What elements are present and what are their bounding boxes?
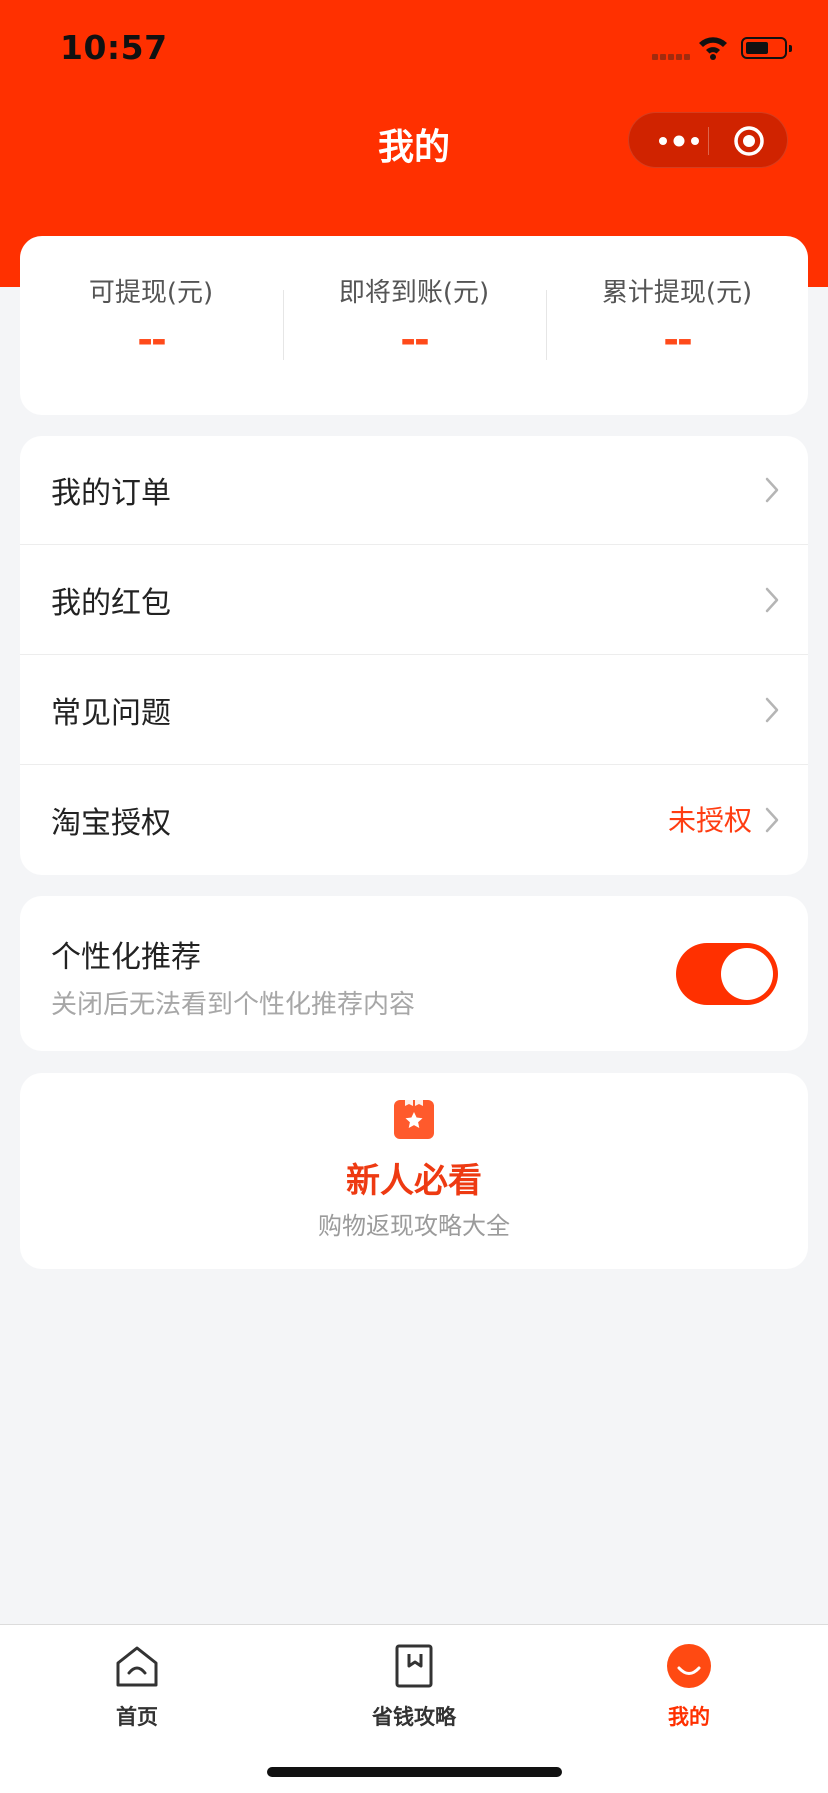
- chevron-right-icon: [765, 697, 779, 723]
- capsule-divider: [708, 127, 709, 155]
- star-bookmark-icon: [394, 1098, 434, 1139]
- close-target-icon[interactable]: [733, 125, 765, 157]
- cellular-signal-icon: [652, 54, 692, 60]
- stat-value: --: [663, 318, 693, 362]
- menu-item-red-packets[interactable]: 我的红包: [20, 546, 808, 655]
- chevron-right-icon: [765, 587, 779, 613]
- book-icon: [395, 1644, 433, 1688]
- stat-total-withdrawn[interactable]: 累计提现(元) --: [546, 236, 808, 415]
- menu-item-faq[interactable]: 常见问题: [20, 656, 808, 765]
- divider: [20, 654, 808, 655]
- tab-money-saving-guide[interactable]: 省钱攻略: [314, 1643, 514, 1731]
- guide-subtitle: 购物返现攻略大全: [318, 1212, 510, 1240]
- menu-item-label: 常见问题: [51, 696, 171, 731]
- home-icon: [116, 1646, 158, 1687]
- tab-home[interactable]: 首页: [37, 1643, 237, 1731]
- earnings-card: 可提现(元) -- 即将到账(元) -- 累计提现(元) --: [20, 236, 808, 415]
- auth-status: 未授权: [667, 804, 752, 837]
- more-icon[interactable]: [651, 129, 707, 153]
- status-time: 10:57: [60, 28, 168, 67]
- chevron-right-icon: [765, 807, 779, 833]
- stat-label: 累计提现(元): [601, 278, 753, 308]
- stat-value: --: [137, 318, 167, 362]
- toggle-knob: [721, 948, 773, 1000]
- menu-item-label: 淘宝授权: [51, 806, 171, 841]
- tab-label: 省钱攻略: [372, 1705, 456, 1729]
- menu-item-taobao-auth[interactable]: 淘宝授权 未授权: [20, 766, 808, 875]
- smile-icon: [667, 1644, 711, 1688]
- personalization-card: 个性化推荐 关闭后无法看到个性化推荐内容: [20, 896, 808, 1051]
- divider: [20, 544, 808, 545]
- wifi-icon: [699, 37, 727, 60]
- tab-label: 我的: [668, 1705, 710, 1729]
- tab-label: 首页: [116, 1705, 158, 1729]
- stat-label: 即将到账(元): [338, 278, 490, 308]
- newbie-guide-card[interactable]: 新人必看 购物返现攻略大全: [20, 1073, 808, 1269]
- chevron-right-icon: [765, 477, 779, 503]
- menu-item-orders[interactable]: 我的订单: [20, 436, 808, 545]
- personalization-toggle[interactable]: [676, 943, 778, 1005]
- divider: [20, 764, 808, 765]
- home-indicator: [267, 1767, 562, 1777]
- stat-pending[interactable]: 即将到账(元) --: [283, 236, 545, 415]
- battery-icon: [741, 37, 792, 59]
- tab-mine[interactable]: 我的: [589, 1643, 789, 1731]
- menu-item-label: 我的红包: [51, 586, 171, 621]
- guide-title: 新人必看: [346, 1161, 482, 1201]
- personalization-subtitle: 关闭后无法看到个性化推荐内容: [51, 990, 416, 1020]
- stat-value: --: [400, 318, 430, 362]
- mini-program-capsule: [628, 112, 788, 168]
- stat-label: 可提现(元): [88, 278, 214, 308]
- stat-withdrawable[interactable]: 可提现(元) --: [20, 236, 282, 415]
- personalization-title: 个性化推荐: [51, 940, 201, 975]
- menu-item-label: 我的订单: [51, 476, 171, 511]
- menu-list: 我的订单 我的红包 常见问题 淘宝授权 未授权: [20, 436, 808, 875]
